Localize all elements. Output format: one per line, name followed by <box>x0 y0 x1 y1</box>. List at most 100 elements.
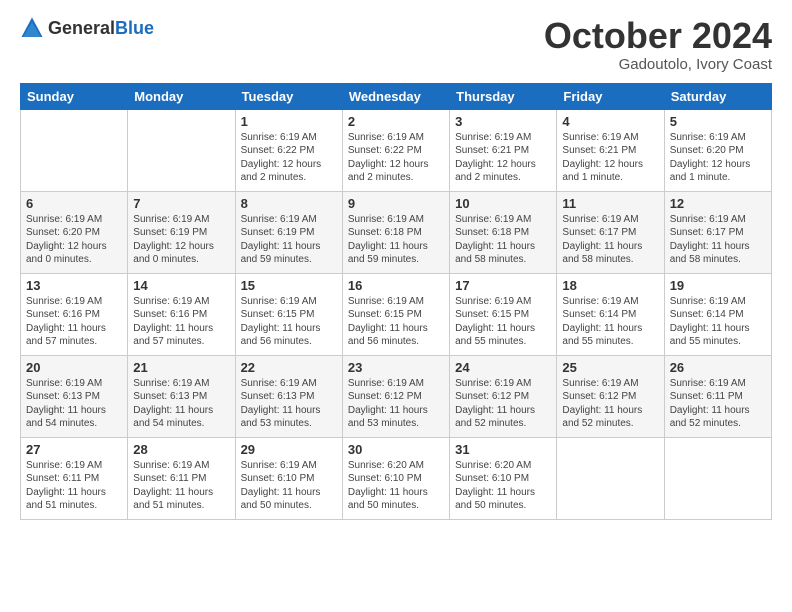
calendar-cell: 1Sunrise: 6:19 AM Sunset: 6:22 PM Daylig… <box>235 109 342 191</box>
day-number: 25 <box>562 360 658 375</box>
day-info: Sunrise: 6:19 AM Sunset: 6:15 PM Dayligh… <box>455 295 551 349</box>
calendar-cell: 25 Sunrise: 6:19 AM Sunset: 6:12 PM Dayli… <box>557 355 664 437</box>
day-info: Sunrise: 6:19 AM Sunset: 6:11 PM Dayligh… <box>133 459 229 513</box>
day-number: 28 <box>133 442 229 457</box>
day-number: 10 <box>455 196 551 211</box>
day-info: Sunrise: 6:19 AM Sunset: 6:19 PM Dayligh… <box>133 213 229 267</box>
day-number: 26 <box>670 360 766 375</box>
day-info: Sunrise: 6:19 AM Sunset: 6:22 PM Dayligh… <box>348 131 444 185</box>
day-info: Sunrise: 6:19 AM Sunset: 6:16 PM Dayligh… <box>26 295 122 349</box>
calendar-cell: 11 Sunrise: 6:19 AM Sunset: 6:17 PM Dayli… <box>557 191 664 273</box>
day-info: Sunrise: 6:19 AM Sunset: 6:13 PM Dayligh… <box>133 377 229 431</box>
day-info: Sunrise: 6:19 AM Sunset: 6:19 PM Dayligh… <box>241 213 337 267</box>
day-info: Sunrise: 6:19 AM Sunset: 6:17 PM Dayligh… <box>562 213 658 267</box>
day-number: 16 <box>348 278 444 293</box>
day-number: 3 <box>455 114 551 129</box>
calendar-cell <box>557 437 664 519</box>
day-info: Sunrise: 6:20 AM Sunset: 6:10 PM Dayligh… <box>455 459 551 513</box>
day-number: 13 <box>26 278 122 293</box>
calendar-cell: 18Sunrise: 6:19 AM Sunset: 6:14 PM Dayli… <box>557 273 664 355</box>
day-info: Sunrise: 6:20 AM Sunset: 6:10 PM Dayligh… <box>348 459 444 513</box>
day-number: 29 <box>241 442 337 457</box>
day-number: 4 <box>562 114 658 129</box>
col-header-wednesday: Wednesday <box>342 83 449 109</box>
month-title: October 2024 <box>544 16 772 56</box>
day-info: Sunrise: 6:19 AM Sunset: 6:12 PM Dayligh… <box>562 377 658 431</box>
day-number: 8 <box>241 196 337 211</box>
day-info: Sunrise: 6:19 AM Sunset: 6:15 PM Dayligh… <box>348 295 444 349</box>
calendar-cell: 12 Sunrise: 6:19 AM Sunset: 6:17 PM Dayli… <box>664 191 771 273</box>
calendar-cell: 7 Sunrise: 6:19 AM Sunset: 6:19 PM Daylig… <box>128 191 235 273</box>
day-info: Sunrise: 6:19 AM Sunset: 6:14 PM Dayligh… <box>562 295 658 349</box>
week-row-3: 13 Sunrise: 6:19 AM Sunset: 6:16 PM Dayli… <box>21 273 772 355</box>
day-info: Sunrise: 6:19 AM Sunset: 6:16 PM Dayligh… <box>133 295 229 349</box>
calendar-cell: 3 Sunrise: 6:19 AM Sunset: 6:21 PM Daylig… <box>450 109 557 191</box>
calendar-cell: 8 Sunrise: 6:19 AM Sunset: 6:19 PM Daylig… <box>235 191 342 273</box>
logo-text: GeneralBlue <box>48 18 154 39</box>
day-number: 12 <box>670 196 766 211</box>
day-info: Sunrise: 6:19 AM Sunset: 6:13 PM Dayligh… <box>241 377 337 431</box>
day-info: Sunrise: 6:19 AM Sunset: 6:18 PM Dayligh… <box>348 213 444 267</box>
day-number: 22 <box>241 360 337 375</box>
logo-icon <box>20 16 44 40</box>
col-header-monday: Monday <box>128 83 235 109</box>
day-info: Sunrise: 6:19 AM Sunset: 6:10 PM Dayligh… <box>241 459 337 513</box>
title-area: October 2024 Gadoutolo, Ivory Coast <box>544 16 772 73</box>
calendar-cell: 14 Sunrise: 6:19 AM Sunset: 6:16 PM Dayli… <box>128 273 235 355</box>
logo: GeneralBlue <box>20 16 154 40</box>
col-header-sunday: Sunday <box>21 83 128 109</box>
page: GeneralBlue October 2024 Gadoutolo, Ivor… <box>0 0 792 612</box>
col-header-thursday: Thursday <box>450 83 557 109</box>
week-row-4: 20 Sunrise: 6:19 AM Sunset: 6:13 PM Dayli… <box>21 355 772 437</box>
day-number: 7 <box>133 196 229 211</box>
day-number: 21 <box>133 360 229 375</box>
calendar-cell: 13 Sunrise: 6:19 AM Sunset: 6:16 PM Dayli… <box>21 273 128 355</box>
calendar-cell: 6Sunrise: 6:19 AM Sunset: 6:20 PM Daylig… <box>21 191 128 273</box>
day-number: 5 <box>670 114 766 129</box>
calendar-cell: 2 Sunrise: 6:19 AM Sunset: 6:22 PM Daylig… <box>342 109 449 191</box>
calendar-cell: 15Sunrise: 6:19 AM Sunset: 6:15 PM Dayli… <box>235 273 342 355</box>
day-number: 2 <box>348 114 444 129</box>
calendar-cell <box>128 109 235 191</box>
calendar-cell: 30 Sunrise: 6:20 AM Sunset: 6:10 PM Dayli… <box>342 437 449 519</box>
day-info: Sunrise: 6:19 AM Sunset: 6:13 PM Dayligh… <box>26 377 122 431</box>
day-number: 17 <box>455 278 551 293</box>
calendar-cell: 10 Sunrise: 6:19 AM Sunset: 6:18 PM Dayli… <box>450 191 557 273</box>
calendar-cell: 23 Sunrise: 6:19 AM Sunset: 6:12 PM Dayli… <box>342 355 449 437</box>
calendar-header-row: SundayMondayTuesdayWednesdayThursdayFrid… <box>21 83 772 109</box>
day-info: Sunrise: 6:19 AM Sunset: 6:20 PM Dayligh… <box>670 131 766 185</box>
day-number: 1 <box>241 114 337 129</box>
day-info: Sunrise: 6:19 AM Sunset: 6:17 PM Dayligh… <box>670 213 766 267</box>
calendar-cell: 31 Sunrise: 6:20 AM Sunset: 6:10 PM Dayli… <box>450 437 557 519</box>
day-number: 20 <box>26 360 122 375</box>
day-number: 27 <box>26 442 122 457</box>
day-info: Sunrise: 6:19 AM Sunset: 6:21 PM Dayligh… <box>455 131 551 185</box>
day-info: Sunrise: 6:19 AM Sunset: 6:18 PM Dayligh… <box>455 213 551 267</box>
day-number: 30 <box>348 442 444 457</box>
calendar-cell: 20 Sunrise: 6:19 AM Sunset: 6:13 PM Dayli… <box>21 355 128 437</box>
col-header-saturday: Saturday <box>664 83 771 109</box>
location-subtitle: Gadoutolo, Ivory Coast <box>544 56 772 73</box>
calendar-cell: 16 Sunrise: 6:19 AM Sunset: 6:15 PM Dayli… <box>342 273 449 355</box>
calendar-cell <box>21 109 128 191</box>
day-info: Sunrise: 6:19 AM Sunset: 6:11 PM Dayligh… <box>26 459 122 513</box>
day-number: 31 <box>455 442 551 457</box>
calendar-cell: 9Sunrise: 6:19 AM Sunset: 6:18 PM Daylig… <box>342 191 449 273</box>
header: GeneralBlue October 2024 Gadoutolo, Ivor… <box>20 16 772 73</box>
day-number: 23 <box>348 360 444 375</box>
week-row-2: 6Sunrise: 6:19 AM Sunset: 6:20 PM Daylig… <box>21 191 772 273</box>
calendar-cell: 28 Sunrise: 6:19 AM Sunset: 6:11 PM Dayli… <box>128 437 235 519</box>
week-row-1: 1 Sunrise: 6:19 AM Sunset: 6:22 PM Daylig… <box>21 109 772 191</box>
calendar-cell: 5 Sunrise: 6:19 AM Sunset: 6:20 PM Daylig… <box>664 109 771 191</box>
logo-area: GeneralBlue <box>20 16 154 40</box>
col-header-tuesday: Tuesday <box>235 83 342 109</box>
day-info: Sunrise: 6:19 AM Sunset: 6:12 PM Dayligh… <box>348 377 444 431</box>
day-number: 11 <box>562 196 658 211</box>
calendar-table: SundayMondayTuesdayWednesdayThursdayFrid… <box>20 83 772 520</box>
calendar-cell: 22 Sunrise: 6:19 AM Sunset: 6:13 PM Dayli… <box>235 355 342 437</box>
calendar-cell: 29 Sunrise: 6:19 AM Sunset: 6:10 PM Dayli… <box>235 437 342 519</box>
calendar-cell: 27 Sunrise: 6:19 AM Sunset: 6:11 PM Dayli… <box>21 437 128 519</box>
week-row-5: 27 Sunrise: 6:19 AM Sunset: 6:11 PM Dayli… <box>21 437 772 519</box>
day-number: 15 <box>241 278 337 293</box>
day-number: 14 <box>133 278 229 293</box>
